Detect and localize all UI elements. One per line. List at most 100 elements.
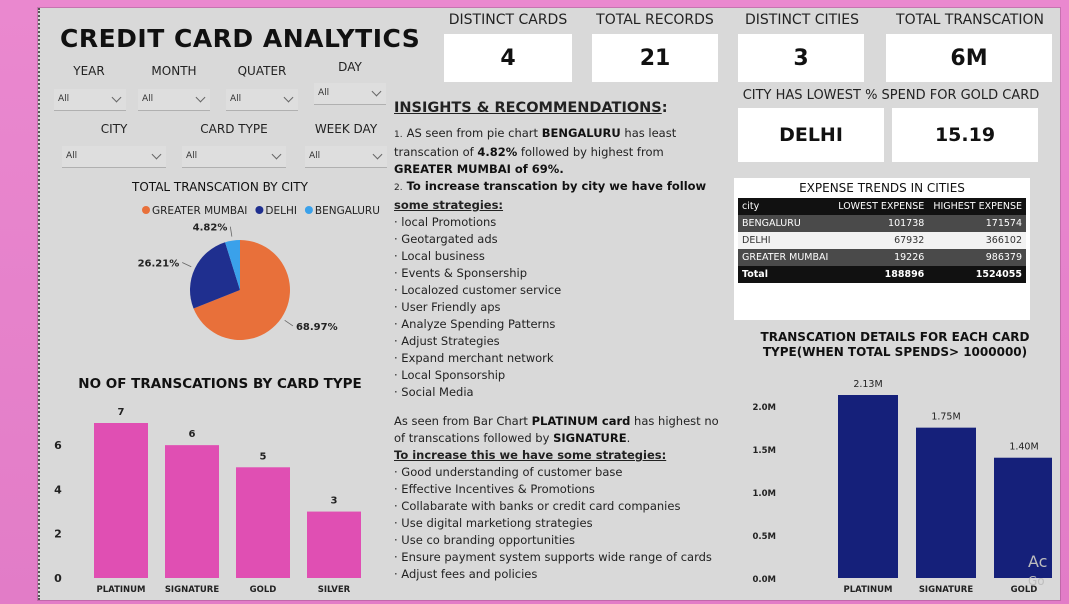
insight-bold: 4.82% [477,145,518,159]
insight-text: AS seen from pie chart [406,126,542,140]
insight-bold: BENGALURU [541,126,621,140]
city-dropdown[interactable]: All [62,146,166,168]
y-tick-label: 0.0M [752,575,776,585]
table-total-row: Total 188896 1524055 [738,266,1026,283]
kpi-label-total-transcation: TOTAL TRANSCATION [896,12,1044,28]
bar [236,467,290,578]
year-dropdown[interactable]: All [54,89,126,111]
y-tick-label: 2 [54,528,62,541]
x-tick-label: SIGNATURE [165,585,220,595]
list-item: · local Promotions [394,215,497,229]
gold-card-label: CITY HAS LOWEST % SPEND FOR GOLD CARD [742,88,1040,103]
legend-swatch [142,206,150,214]
bar [165,445,219,578]
y-tick-label: 0.5M [752,532,776,542]
pie-chart: GREATER MUMBAI DELHI BENGALURU 68.97% 26.21%… [138,205,380,340]
y-tick-label: 1.0M [752,489,776,499]
month-dropdown[interactable]: All [138,89,210,111]
day-dropdown-value: All [318,88,330,98]
chevron-down-icon [195,92,206,103]
strategy-list-city: · local Promotions · Geotargated ads · Loc… [394,214,724,401]
card-type-chart-title: NO OF TRANSCATIONS BY CARD TYPE [78,376,362,392]
kpi-label-total-records: TOTAL RECORDS [596,12,714,28]
list-item: · Analyze Spending Patterns [394,317,556,331]
bar-data-label: 3 [331,496,338,507]
insight-point-2: 2. To increase transcation by city we hav… [394,178,724,214]
pie-data-label: 26.21% [138,258,180,269]
x-tick-label: SIGNATURE [919,585,974,595]
insight-text: As seen from Bar Chart [394,414,532,428]
chevron-down-icon [271,149,282,160]
filter-label-city: CITY [100,122,128,136]
list-item: · Local business [394,249,485,263]
card-type-dropdown[interactable]: All [182,146,286,168]
list-item: · Effective Incentives & Promotions [394,482,595,496]
insight-underline: To increase this we have some strategies… [394,448,667,462]
insight-point-1: 1. AS seen from pie chart BENGALURU has l… [394,125,724,178]
insights-panel: INSIGHTS & RECOMMENDATIONS: 1. AS seen fr… [394,100,724,583]
filter-label-day: DAY [338,60,362,74]
pie-leader-line [284,319,294,327]
bar-data-label: 2.13M [853,379,882,390]
insight-number-2: 2. [394,183,403,193]
list-item: · Collabarate with banks or credit card … [394,499,681,513]
bar-data-label: 6 [189,429,196,440]
table-cell: 986379 [928,249,1026,266]
kpi-total-records: 21 [592,34,718,82]
legend-swatch [255,206,264,214]
bar-data-label: 1.40M [1009,442,1038,453]
insight-bold: SIGNATURE [553,431,627,445]
legend-label: BENGALURU [315,205,380,217]
expense-table: city LOWEST EXPENSE HIGHEST EXPENSE BENG… [738,198,1026,283]
table-cell: 171574 [928,215,1026,232]
table-row: BENGALURU 101738 171574 [738,215,1026,232]
list-item: · Social Media [394,385,474,399]
y-tick-label: 2.0M [752,403,776,413]
col-header-lowest: LOWEST EXPENSE [833,198,929,215]
table-cell: DELHI [738,232,834,249]
table-cell: 67932 [833,232,929,249]
y-tick-label: 4 [54,483,62,496]
filter-label-week-day: WEEK DAY [314,122,378,136]
dashboard-canvas: CREDIT CARD ANALYTICS YEAR All MONTH All… [38,8,1060,600]
insight-bold: To increase transcation by city we have … [406,179,707,193]
card-type-bar-chart: 0 2 4 6 7 PLATINUM 6 SIGNATURE 5 GOLD 3 SILVER [54,407,361,595]
insight-text: . [626,431,631,445]
list-item: · Good understanding of customer base [394,465,623,479]
pie-leader-line [229,226,233,237]
strategy-list-card: · Good understanding of customer base · E… [394,464,724,583]
insights-heading-suffix: : [661,100,668,116]
y-tick-label: 1.5M [752,446,776,456]
kpi-distinct-cities: 3 [738,34,864,82]
list-item: · Use co branding opportunities [394,533,576,547]
table-cell: Total [738,266,834,283]
page-title: CREDIT CARD ANALYTICS [60,24,421,53]
table-cell: GREATER MUMBAI [738,249,834,266]
x-tick-label: PLATINUM [844,585,893,595]
table-cell: 188896 [833,266,929,283]
legend-label: DELHI [265,205,297,217]
table-cell: 19226 [833,249,929,266]
chevron-down-icon [371,86,382,97]
day-dropdown[interactable]: All [314,83,386,105]
filter-label-year: YEAR [73,64,105,78]
quater-dropdown-value: All [230,94,242,104]
spend-bar-chart: 0.0M 0.5M 1.0M 1.5M 2.0M 2.13M PLATINUM 1.75M SI… [752,379,1052,595]
gold-card-city: DELHI [738,108,884,162]
chevron-down-icon [283,92,294,103]
y-tick-label: 6 [54,439,62,452]
week-day-dropdown[interactable]: All [305,146,387,168]
card-type-dropdown-value: All [186,151,198,161]
list-item: · User Friendly aps [394,300,501,314]
pie-data-label: 68.97% [296,322,338,333]
quater-dropdown[interactable]: All [226,89,298,111]
bar [307,511,361,578]
x-tick-label: SILVER [318,585,351,595]
year-dropdown-value: All [58,94,70,104]
legend-swatch [304,206,313,214]
y-tick-label: 0 [54,572,62,585]
kpi-label-distinct-cards: DISTINCT CARDS [448,12,568,28]
filter-label-quater: QUATER [237,64,287,78]
kpi-distinct-cards: 4 [444,34,572,82]
chevron-down-icon [111,92,122,103]
